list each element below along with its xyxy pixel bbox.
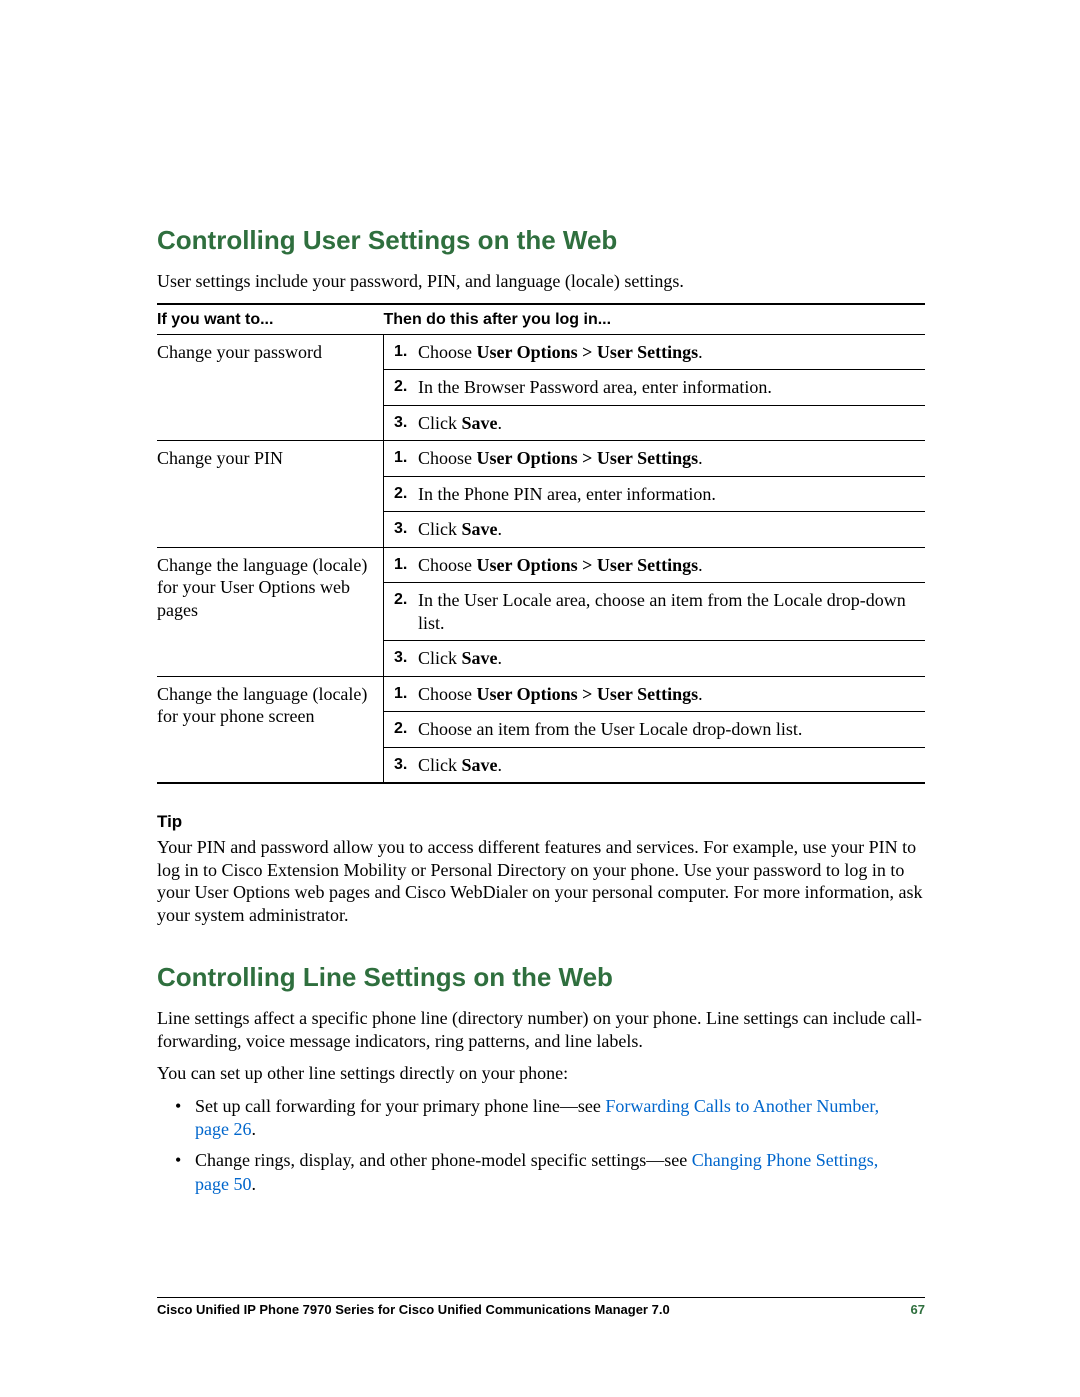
step-item: Click Save. xyxy=(384,406,925,441)
step-item: In the Browser Password area, enter info… xyxy=(384,370,925,406)
table-cell-right: Choose User Options > User Settings.Choo… xyxy=(384,676,926,783)
bullet-list: Set up call forwarding for your primary … xyxy=(157,1095,925,1197)
step-bold: User Options > User Settings xyxy=(477,448,699,468)
cross-reference-link[interactable]: Forwarding Calls to Another Number, page… xyxy=(195,1096,879,1139)
step-item: Choose User Options > User Settings. xyxy=(384,677,925,713)
step-list: Choose User Options > User Settings.In t… xyxy=(384,548,925,676)
bullet-item: Set up call forwarding for your primary … xyxy=(183,1095,925,1142)
footer-title: Cisco Unified IP Phone 7970 Series for C… xyxy=(157,1302,670,1317)
step-item: In the User Locale area, choose an item … xyxy=(384,583,925,641)
step-list: Choose User Options > User Settings.Choo… xyxy=(384,677,925,783)
step-item: In the Phone PIN area, enter information… xyxy=(384,477,925,513)
line-para-1: Line settings affect a specific phone li… xyxy=(157,1007,925,1052)
bullet-item: Change rings, display, and other phone-m… xyxy=(183,1149,925,1196)
step-item: Choose User Options > User Settings. xyxy=(384,548,925,584)
table-cell-right: Choose User Options > User Settings.In t… xyxy=(384,547,926,676)
step-list: Choose User Options > User Settings.In t… xyxy=(384,335,925,441)
table-head-left: If you want to... xyxy=(157,304,384,335)
footer-pagenum: 67 xyxy=(911,1302,925,1317)
heading-user-settings: Controlling User Settings on the Web xyxy=(157,225,925,256)
procedure-table: If you want to... Then do this after you… xyxy=(157,303,925,785)
step-list: Choose User Options > User Settings.In t… xyxy=(384,441,925,547)
cross-reference-link[interactable]: Changing Phone Settings, page 50 xyxy=(195,1150,878,1193)
step-bold: User Options > User Settings xyxy=(477,555,699,575)
table-row: Change your PINChoose User Options > Use… xyxy=(157,441,925,548)
page: Controlling User Settings on the Web Use… xyxy=(0,0,1080,1397)
table-cell-right: Choose User Options > User Settings.In t… xyxy=(384,334,926,441)
step-bold: User Options > User Settings xyxy=(477,342,699,362)
table-cell-left: Change your password xyxy=(157,334,384,441)
table-cell-right: Choose User Options > User Settings.In t… xyxy=(384,441,926,548)
tip-heading: Tip xyxy=(157,812,925,832)
table-row: Change the language (locale) for your ph… xyxy=(157,676,925,783)
step-bold: Save xyxy=(462,413,498,433)
step-item: Choose User Options > User Settings. xyxy=(384,335,925,371)
table-cell-left: Change the language (locale) for your ph… xyxy=(157,676,384,783)
step-bold: Save xyxy=(462,519,498,539)
table-cell-left: Change the language (locale) for your Us… xyxy=(157,547,384,676)
intro-paragraph: User settings include your password, PIN… xyxy=(157,270,925,293)
table-row: Change your passwordChoose User Options … xyxy=(157,334,925,441)
step-item: Choose User Options > User Settings. xyxy=(384,441,925,477)
step-item: Click Save. xyxy=(384,641,925,676)
page-footer: Cisco Unified IP Phone 7970 Series for C… xyxy=(157,1297,925,1317)
step-item: Click Save. xyxy=(384,512,925,547)
table-head-right: Then do this after you log in... xyxy=(384,304,926,335)
heading-line-settings: Controlling Line Settings on the Web xyxy=(157,962,925,993)
table-row: Change the language (locale) for your Us… xyxy=(157,547,925,676)
step-bold: Save xyxy=(462,755,498,775)
step-bold: Save xyxy=(462,648,498,668)
table-cell-left: Change your PIN xyxy=(157,441,384,548)
line-para-2: You can set up other line settings direc… xyxy=(157,1062,925,1085)
step-item: Choose an item from the User Locale drop… xyxy=(384,712,925,748)
table-body: Change your passwordChoose User Options … xyxy=(157,334,925,783)
step-bold: User Options > User Settings xyxy=(477,684,699,704)
tip-body: Your PIN and password allow you to acces… xyxy=(157,836,925,926)
step-item: Click Save. xyxy=(384,748,925,783)
